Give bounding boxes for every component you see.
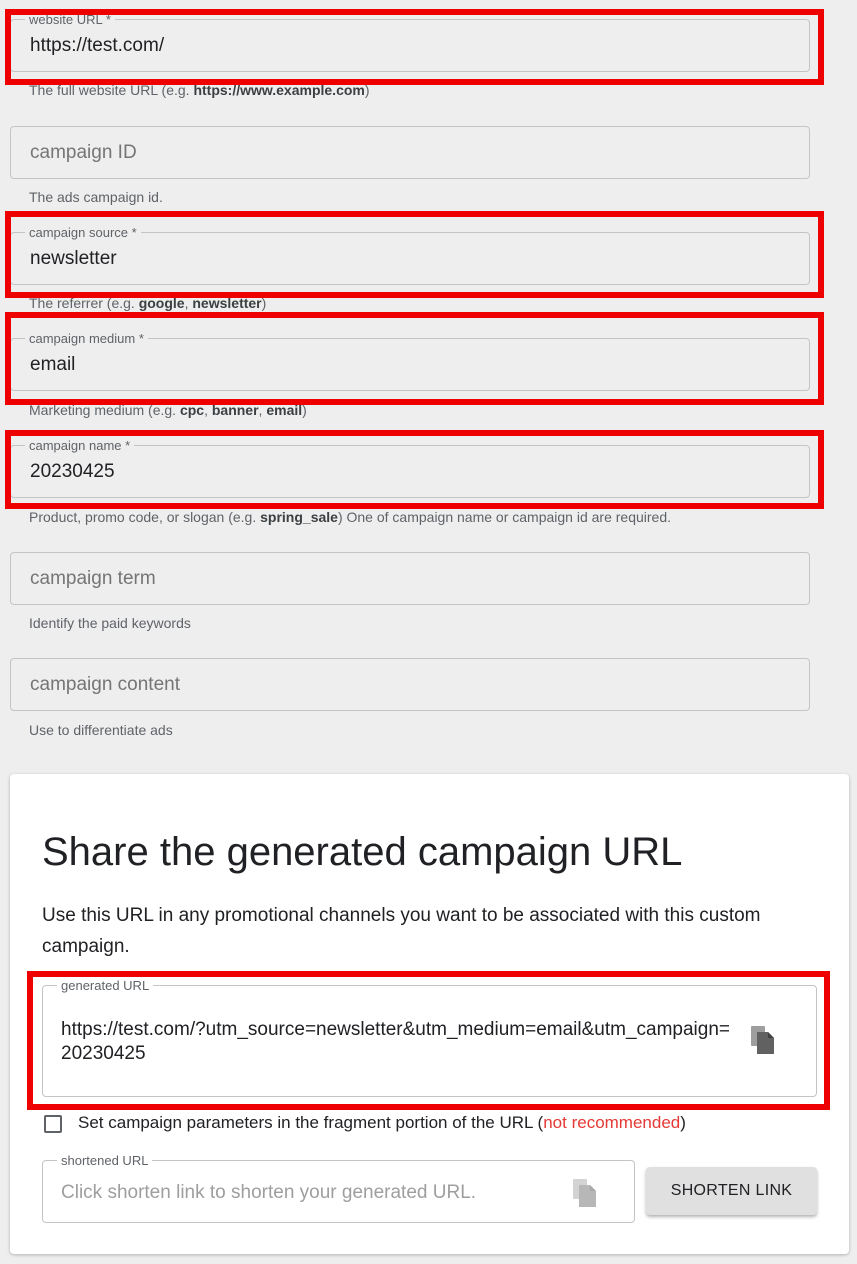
website-url-value: https://test.com/ [30,35,165,56]
campaign-id-helper: The ads campaign id. [29,189,163,205]
campaign-term-placeholder: campaign term [30,568,156,589]
website-url-label: website URL * [25,12,115,28]
campaign-content-placeholder: campaign content [30,674,180,695]
fragment-checkbox[interactable] [44,1115,62,1133]
campaign-medium-label: campaign medium * [25,331,148,347]
campaign-source-field[interactable]: campaign source * newsletter [10,225,810,285]
campaign-name-field[interactable]: campaign name * 20230425 [10,438,810,498]
generated-url-label: generated URL [57,978,154,994]
not-recommended-link[interactable]: not recommended [543,1113,680,1132]
campaign-name-label: campaign name * [25,438,135,454]
campaign-content-field[interactable]: campaign content [10,658,810,711]
share-card: Share the generated campaign URL Use thi… [10,774,849,1254]
campaign-term-helper: Identify the paid keywords [29,615,191,631]
generated-url-field[interactable]: generated URL https://test.com/?utm_sour… [42,978,817,1097]
copy-icon[interactable] [571,1177,599,1209]
campaign-source-label: campaign source * [25,225,141,241]
campaign-content-helper: Use to differentiate ads [29,722,173,738]
campaign-source-helper: The referrer (e.g. google, newsletter) [29,295,267,311]
campaign-source-value: newsletter [30,248,117,269]
shortened-url-label: shortened URL [57,1153,153,1169]
fragment-checkbox-label: Set campaign parameters in the fragment … [78,1113,686,1132]
share-title: Share the generated campaign URL [42,830,683,874]
shortened-url-placeholder: Click shorten link to shorten your gener… [61,1182,477,1203]
campaign-name-value: 20230425 [30,461,115,482]
campaign-name-helper: Product, promo code, or slogan (e.g. spr… [29,509,672,525]
copy-icon[interactable] [749,1024,777,1056]
website-url-field[interactable]: website URL * https://test.com/ [10,12,810,72]
campaign-medium-value: email [30,354,76,375]
shortened-url-field[interactable]: shortened URL Click shorten link to shor… [42,1153,635,1223]
website-url-helper: The full website URL (e.g. https://www.e… [29,82,370,98]
campaign-term-field[interactable]: campaign term [10,552,810,605]
campaign-medium-helper: Marketing medium (e.g. cpc, banner, emai… [29,402,307,418]
generated-url-value: https://test.com/?utm_source=newsletter&… [61,1019,731,1064]
campaign-id-placeholder: campaign ID [30,142,137,163]
shorten-link-button[interactable]: SHORTEN LINK [646,1167,817,1215]
campaign-medium-field[interactable]: campaign medium * email [10,331,810,391]
campaign-id-field[interactable]: campaign ID [10,126,810,179]
share-description: Use this URL in any promotional channels… [42,905,761,957]
